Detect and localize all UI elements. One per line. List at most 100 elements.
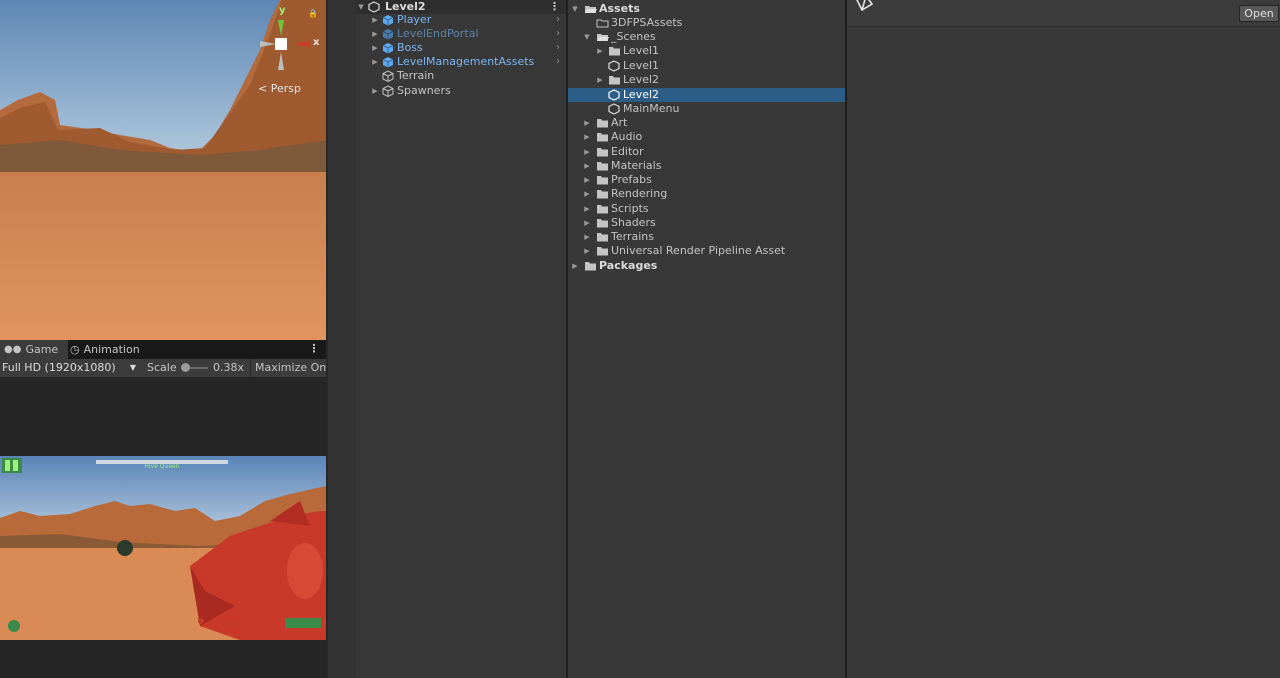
hierarchy-root-label: Level2	[385, 0, 426, 13]
more-options-icon[interactable]: ⋮	[549, 0, 560, 14]
project-item-materials[interactable]: ▶ Materials	[568, 159, 845, 173]
project-item-scenes[interactable]: ▼ _Scenes	[568, 30, 845, 44]
project-item-label: Rendering	[611, 187, 668, 200]
folder-icon	[608, 74, 621, 86]
project-item-editor[interactable]: ▶ Editor	[568, 145, 845, 159]
folder-icon	[596, 174, 609, 186]
maximize-on-play-toggle[interactable]: Maximize On P	[250, 359, 331, 377]
project-item-terrains[interactable]: ▶ Terrains	[568, 230, 845, 244]
project-item-label: MainMenu	[623, 102, 680, 115]
project-item-label: Universal Render Pipeline Asset	[611, 244, 786, 257]
collapsed-arrow-icon[interactable]: ▶	[582, 202, 592, 216]
collapsed-arrow-icon[interactable]: ▶	[370, 84, 380, 98]
collapsed-arrow-icon[interactable]: ▶	[370, 55, 380, 69]
folder-icon	[596, 188, 609, 200]
hierarchy-item-label: Terrain	[397, 69, 435, 82]
game-toolbar: Full HD (1920x1080) ▼ Scale 0.38x Maximi…	[0, 359, 331, 378]
unity-scene-icon	[368, 1, 380, 13]
collapsed-arrow-icon[interactable]: ▶	[370, 27, 380, 41]
project-item-3dfpsassets[interactable]: 3DFPSAssets	[568, 16, 845, 30]
chevron-right-icon[interactable]: ›	[556, 55, 560, 69]
resolution-dropdown[interactable]: Full HD (1920x1080) ▼	[2, 359, 140, 377]
folder-outline-icon	[596, 17, 609, 29]
project-item-scripts[interactable]: ▶ Scripts	[568, 202, 845, 216]
collapsed-arrow-icon[interactable]: ▶	[582, 116, 592, 130]
hierarchy-item-boss[interactable]: ▶ Boss ›	[356, 41, 566, 55]
collapsed-arrow-icon[interactable]: ▶	[582, 145, 592, 159]
folder-icon	[596, 245, 609, 257]
hierarchy-item-levelmanagementassets[interactable]: ▶ LevelManagementAssets ›	[356, 55, 566, 69]
tab-game[interactable]: ●● Game	[0, 340, 68, 359]
tab-menu-button[interactable]: ⋮	[306, 340, 322, 359]
project-item-level2-folder[interactable]: ▶ Level2	[568, 73, 845, 87]
tab-game-label: Game	[25, 343, 59, 356]
collapsed-arrow-icon[interactable]: ▶	[595, 44, 605, 58]
hierarchy-item-levelendportal[interactable]: ▶ LevelEndPortal ›	[356, 27, 566, 41]
collapsed-arrow-icon[interactable]: ▶	[582, 173, 592, 187]
collapsed-arrow-icon[interactable]: ▶	[370, 41, 380, 55]
open-button[interactable]: Open	[1239, 5, 1279, 22]
collapsed-arrow-icon[interactable]: ▶	[570, 259, 580, 273]
gizmo-x-label: x	[313, 37, 320, 48]
project-item-audio[interactable]: ▶ Audio	[568, 130, 845, 144]
project-item-label: Shaders	[611, 216, 656, 229]
clock-icon: ◷	[70, 343, 80, 356]
project-item-prefabs[interactable]: ▶ Prefabs	[568, 173, 845, 187]
collapsed-arrow-icon[interactable]: ▶	[582, 216, 592, 230]
hierarchy-item-spawners[interactable]: ▶ Spawners	[356, 84, 566, 98]
folder-open-icon	[596, 31, 609, 43]
tab-animation[interactable]: ◷ Animation	[66, 340, 166, 359]
project-item-label: Level2	[623, 88, 660, 101]
expanded-arrow-icon[interactable]: ▼	[356, 0, 366, 14]
project-item-shaders[interactable]: ▶ Shaders	[568, 216, 845, 230]
collapsed-arrow-icon[interactable]: ▶	[582, 159, 592, 173]
expanded-arrow-icon[interactable]: ▼	[582, 30, 592, 44]
project-item-label: Editor	[611, 145, 644, 158]
hierarchy-item-player[interactable]: ▶ Player ›	[356, 13, 566, 27]
collapsed-arrow-icon[interactable]: ▶	[370, 13, 380, 27]
game-tab-bar: ●● Game ◷ Animation ⋮	[0, 340, 326, 359]
project-item-level1-folder[interactable]: ▶ Level1	[568, 44, 845, 58]
hierarchy-item-terrain[interactable]: Terrain	[356, 69, 566, 83]
project-item-assets[interactable]: ▼ Assets	[568, 2, 845, 16]
folder-icon	[596, 231, 609, 243]
project-item-urp-asset[interactable]: ▶ Universal Render Pipeline Asset	[568, 244, 845, 258]
hierarchy-root-scene[interactable]: ▼ Level2 ⋮	[356, 0, 566, 14]
unity-scene-icon	[608, 89, 621, 101]
project-item-packages[interactable]: ▶ Packages	[568, 259, 845, 273]
projection-toggle[interactable]: < Persp	[258, 82, 301, 95]
chevron-right-icon[interactable]: ›	[556, 27, 560, 41]
project-item-label: Audio	[611, 130, 643, 143]
chevron-right-icon[interactable]: ›	[556, 13, 560, 27]
collapsed-arrow-icon[interactable]: ▶	[582, 187, 592, 201]
gameobject-cube-icon	[382, 70, 394, 82]
scale-slider-handle[interactable]	[181, 363, 190, 372]
unity-scene-icon	[852, 0, 876, 12]
project-item-mainmenu-scene[interactable]: MainMenu	[568, 102, 845, 116]
scene-view[interactable]: y x 🔒 < Persp	[0, 0, 326, 340]
project-item-level2-scene[interactable]: Level2	[568, 88, 845, 102]
project-item-label: _Scenes	[611, 30, 656, 43]
project-item-label: Level1	[623, 44, 660, 57]
folder-open-icon	[584, 3, 597, 15]
hierarchy-item-label: LevelEndPortal	[397, 27, 479, 40]
collapsed-arrow-icon[interactable]: ▶	[582, 130, 592, 144]
game-render[interactable]	[0, 456, 326, 640]
project-item-rendering[interactable]: ▶ Rendering	[568, 187, 845, 201]
hierarchy-panel	[328, 0, 566, 678]
gamepad-icon: ●●	[4, 344, 22, 355]
tab-animation-label: Animation	[83, 343, 140, 356]
chevron-right-icon[interactable]: ›	[556, 41, 560, 55]
project-item-label: Level1	[623, 59, 660, 72]
project-item-label: Level2	[623, 73, 660, 86]
inspector-header	[847, 0, 1280, 27]
project-item-level1-scene[interactable]: Level1	[568, 59, 845, 73]
lock-icon[interactable]: 🔒	[308, 9, 318, 18]
boss-name-label: Hive Queen	[144, 463, 180, 470]
project-item-label: Art	[611, 116, 628, 129]
collapsed-arrow-icon[interactable]: ▶	[582, 244, 592, 258]
project-item-art[interactable]: ▶ Art	[568, 116, 845, 130]
collapsed-arrow-icon[interactable]: ▶	[595, 73, 605, 87]
collapsed-arrow-icon[interactable]: ▶	[582, 230, 592, 244]
expanded-arrow-icon[interactable]: ▼	[570, 2, 580, 16]
